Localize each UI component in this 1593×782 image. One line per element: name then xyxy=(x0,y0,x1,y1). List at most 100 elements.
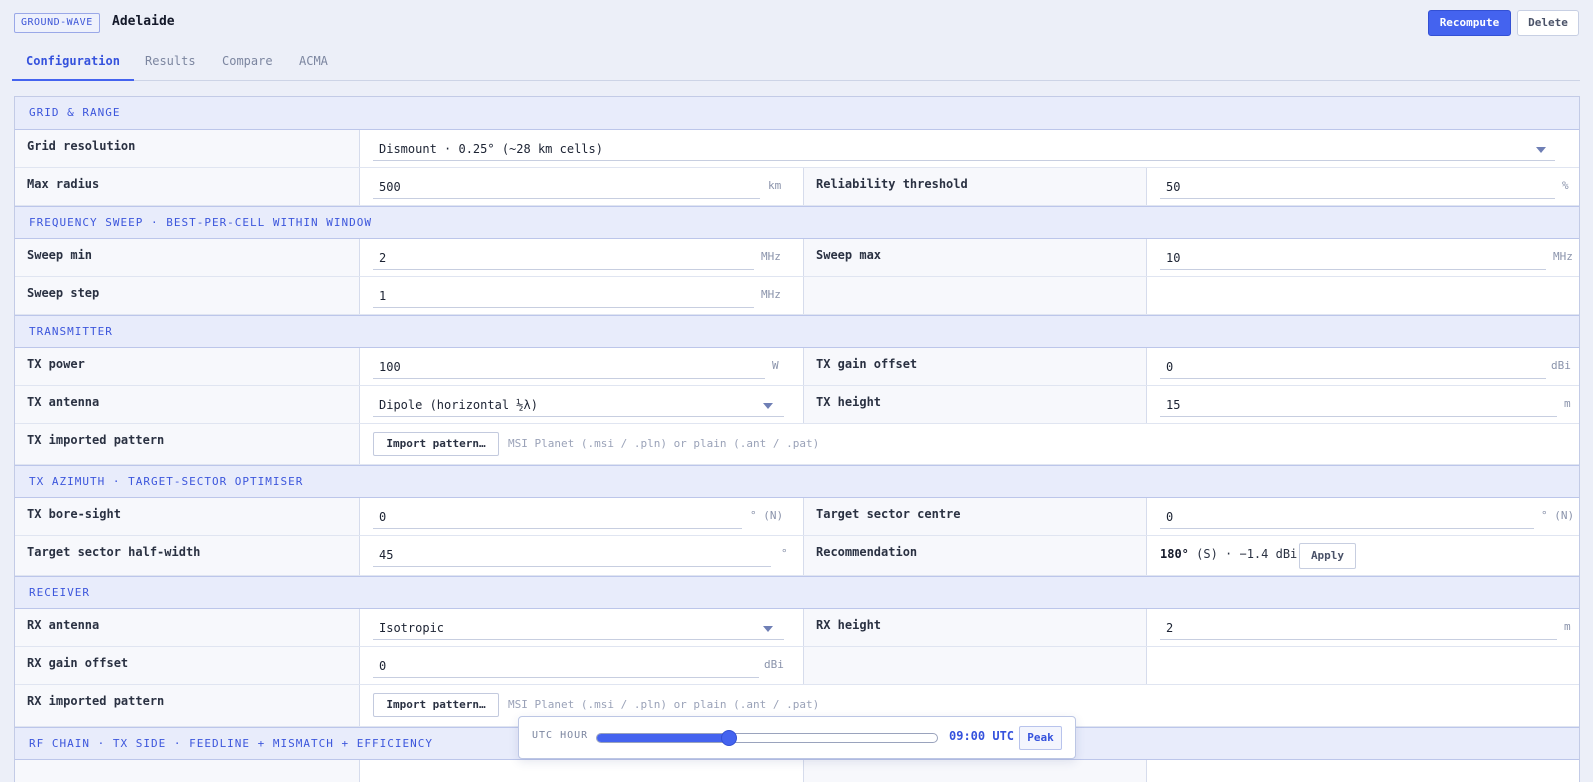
rx-height-label: RX height xyxy=(803,609,1147,646)
tab-bar: Configuration Results Compare ACMA xyxy=(12,46,1580,81)
tx-boresight-unit: ° (N) xyxy=(750,509,784,522)
tab-results[interactable]: Results xyxy=(131,46,210,81)
sector-centre-unit: ° (N) xyxy=(1541,509,1575,522)
sweep-min-label: Sweep min xyxy=(15,239,360,276)
row-sweep-min-max: Sweep min 2 MHz Sweep max 10 MHz xyxy=(15,239,1579,277)
sector-halfwidth-unit: ° xyxy=(781,547,788,560)
page-title: Adelaide xyxy=(112,14,175,29)
max-radius-label: Max radius xyxy=(15,168,360,205)
tx-gain-label: TX gain offset xyxy=(803,348,1147,385)
section-receiver: RECEIVER xyxy=(15,576,1579,609)
grid-resolution-label: Grid resolution xyxy=(15,130,360,167)
recommendation-detail: (S) · −1.4 dBi xyxy=(1188,547,1298,561)
empty-cell xyxy=(803,277,1147,314)
sector-halfwidth-input[interactable]: 45 xyxy=(373,543,771,567)
utc-hour-slider[interactable] xyxy=(596,733,938,743)
tx-gain-unit: dBi xyxy=(1551,359,1571,372)
utc-hour-value: 09:00 UTC xyxy=(949,729,1015,743)
tx-import-pattern-button[interactable]: Import pattern… xyxy=(373,432,499,456)
tx-antenna-label: TX antenna xyxy=(15,386,360,423)
row-tx-pattern: TX imported pattern Import pattern… MSI … xyxy=(15,424,1579,465)
tx-pattern-hint: MSI Planet (.msi / .pln) or plain (.ant … xyxy=(508,437,820,450)
recommendation-bearing: 180° xyxy=(1160,547,1189,561)
sweep-min-unit: MHz xyxy=(761,250,781,263)
sweep-min-input[interactable]: 2 xyxy=(373,246,754,270)
row-rx-antenna: RX antenna Isotropic RX height 2 m xyxy=(15,609,1579,647)
row-rf-chain-partial xyxy=(15,760,1579,782)
tx-antenna-select[interactable]: Dipole (horizontal ½λ) xyxy=(361,386,803,423)
recompute-button[interactable]: Recompute xyxy=(1428,10,1511,36)
reliability-input[interactable]: 50 xyxy=(1160,175,1555,199)
max-radius-input[interactable]: 500 xyxy=(373,175,760,199)
tx-height-label: TX height xyxy=(803,386,1147,423)
peak-button[interactable]: Peak xyxy=(1019,726,1062,750)
sweep-step-label: Sweep step xyxy=(15,277,360,314)
tx-height-unit: m xyxy=(1564,397,1571,410)
rx-import-pattern-button[interactable]: Import pattern… xyxy=(373,693,499,717)
chevron-down-icon[interactable] xyxy=(1536,147,1546,153)
section-transmitter: TRANSMITTER xyxy=(15,315,1579,348)
grid-resolution-select[interactable]: Dismount · 0.25° (~28 km cells) xyxy=(361,130,1579,167)
sweep-max-label: Sweep max xyxy=(803,239,1147,276)
grid-resolution-value[interactable]: Dismount · 0.25° (~28 km cells) xyxy=(373,137,1555,161)
delete-button[interactable]: Delete xyxy=(1517,10,1579,36)
tab-acma[interactable]: ACMA xyxy=(285,46,342,81)
apply-button[interactable]: Apply xyxy=(1299,543,1356,569)
sector-halfwidth-label: Target sector half-width xyxy=(15,536,360,575)
utc-hour-control: UTC HOUR 09:00 UTC Peak xyxy=(518,716,1076,759)
mode-badge: GROUND-WAVE xyxy=(14,13,100,33)
utc-hour-label: UTC HOUR xyxy=(532,730,589,741)
row-sector-halfwidth: Target sector half-width 45 ° Recommenda… xyxy=(15,536,1579,576)
row-max-radius: Max radius 500 km Reliability threshold … xyxy=(15,168,1579,206)
row-tx-power: TX power 100 W TX gain offset 0 dBi xyxy=(15,348,1579,386)
utc-slider-fill xyxy=(597,734,730,742)
utc-slider-thumb[interactable] xyxy=(721,730,738,746)
empty-cell xyxy=(803,647,1147,684)
rx-antenna-value[interactable]: Isotropic xyxy=(373,616,784,640)
rx-pattern-hint: MSI Planet (.msi / .pln) or plain (.ant … xyxy=(508,698,820,711)
reliability-unit: % xyxy=(1562,179,1569,192)
configuration-form: GRID & RANGE Grid resolution Dismount · … xyxy=(14,96,1580,782)
chevron-down-icon[interactable] xyxy=(763,626,773,632)
section-tx-azimuth: TX AZIMUTH · TARGET-SECTOR OPTIMISER xyxy=(15,465,1579,498)
tx-height-input[interactable]: 15 xyxy=(1160,393,1557,417)
row-sweep-step: Sweep step 1 MHz xyxy=(15,277,1579,315)
section-frequency-sweep: FREQUENCY SWEEP · BEST-PER-CELL WITHIN W… xyxy=(15,206,1579,239)
tx-boresight-label: TX bore-sight xyxy=(15,498,360,535)
tx-boresight-input[interactable]: 0 xyxy=(373,505,742,529)
tx-antenna-value[interactable]: Dipole (horizontal ½λ) xyxy=(373,393,784,417)
rf-chain-label xyxy=(15,760,360,782)
rx-height-unit: m xyxy=(1564,620,1571,633)
rx-gain-label: RX gain offset xyxy=(15,647,360,684)
rx-pattern-label: RX imported pattern xyxy=(15,685,360,726)
rx-height-input[interactable]: 2 xyxy=(1160,616,1557,640)
tx-power-label: TX power xyxy=(15,348,360,385)
tab-configuration[interactable]: Configuration xyxy=(12,46,134,81)
rx-gain-unit: dBi xyxy=(764,658,784,671)
rx-antenna-select[interactable]: Isotropic xyxy=(361,609,803,646)
chevron-down-icon[interactable] xyxy=(763,403,773,409)
tx-power-input[interactable]: 100 xyxy=(373,355,765,379)
sweep-step-unit: MHz xyxy=(761,288,781,301)
sweep-max-input[interactable]: 10 xyxy=(1160,246,1546,270)
sector-centre-label: Target sector centre xyxy=(803,498,1147,535)
reliability-label: Reliability threshold xyxy=(803,168,1147,205)
rx-gain-input[interactable]: 0 xyxy=(373,654,759,678)
tx-gain-input[interactable]: 0 xyxy=(1160,355,1546,379)
section-grid-range: GRID & RANGE xyxy=(15,97,1579,130)
tx-power-unit: W xyxy=(772,359,779,372)
sweep-max-unit: MHz xyxy=(1553,250,1573,263)
recommendation-value: 180° (S) · −1.4 dBi xyxy=(1160,547,1297,561)
row-grid-resolution: Grid resolution Dismount · 0.25° (~28 km… xyxy=(15,130,1579,168)
row-rx-gain: RX gain offset 0 dBi xyxy=(15,647,1579,685)
top-bar: GROUND-WAVE Adelaide Recompute Delete xyxy=(0,0,1593,46)
row-tx-boresight: TX bore-sight 0 ° (N) Target sector cent… xyxy=(15,498,1579,536)
tx-pattern-label: TX imported pattern xyxy=(15,424,360,464)
rx-antenna-label: RX antenna xyxy=(15,609,360,646)
recommendation-label: Recommendation xyxy=(803,536,1147,575)
sector-centre-input[interactable]: 0 xyxy=(1160,505,1534,529)
tab-compare[interactable]: Compare xyxy=(208,46,287,81)
sweep-step-input[interactable]: 1 xyxy=(373,284,754,308)
row-tx-antenna: TX antenna Dipole (horizontal ½λ) TX hei… xyxy=(15,386,1579,424)
max-radius-unit: km xyxy=(768,179,782,192)
